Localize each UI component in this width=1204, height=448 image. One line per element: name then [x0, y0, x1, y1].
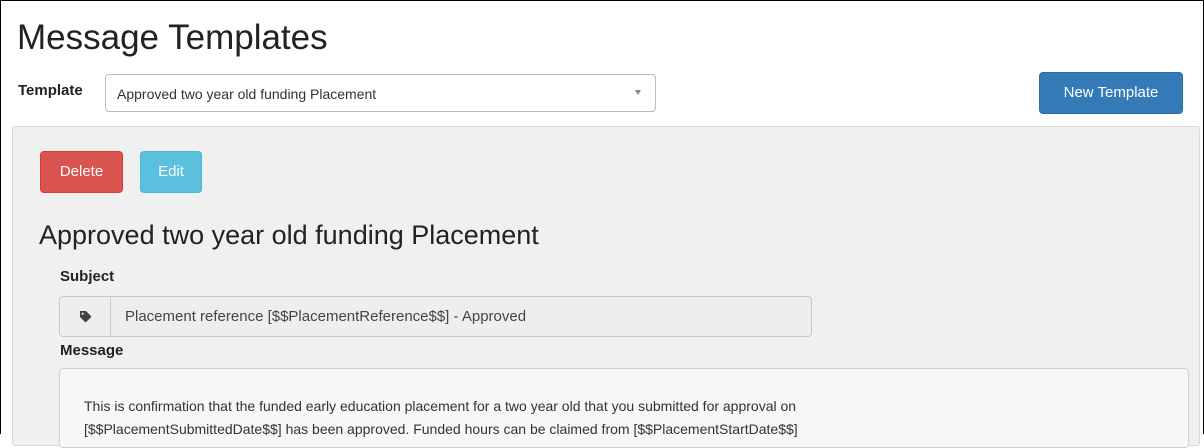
subject-addon	[60, 297, 111, 336]
subject-label: Subject	[60, 268, 115, 285]
edit-button[interactable]: Edit	[140, 151, 202, 193]
template-select-value: Approved two year old funding Placement	[117, 86, 377, 102]
template-select[interactable]: Approved two year old funding Placement	[105, 74, 656, 112]
template-label: Template	[18, 82, 83, 99]
message-line: This is confirmation that the funded ear…	[84, 398, 797, 414]
caret-down-icon	[635, 90, 641, 95]
tag-icon	[79, 311, 91, 323]
delete-button[interactable]: Delete	[40, 151, 123, 193]
subject-value: Placement reference [$$PlacementReferenc…	[125, 308, 527, 325]
new-template-button[interactable]: New Template	[1039, 72, 1183, 114]
page-title: Message Templates	[17, 18, 328, 57]
template-title: Approved two year old funding Placement	[39, 220, 539, 250]
message-label: Message	[60, 342, 124, 359]
subject-field: Placement reference [$$PlacementReferenc…	[59, 296, 812, 337]
message-body: This is confirmation that the funded ear…	[59, 368, 1189, 448]
